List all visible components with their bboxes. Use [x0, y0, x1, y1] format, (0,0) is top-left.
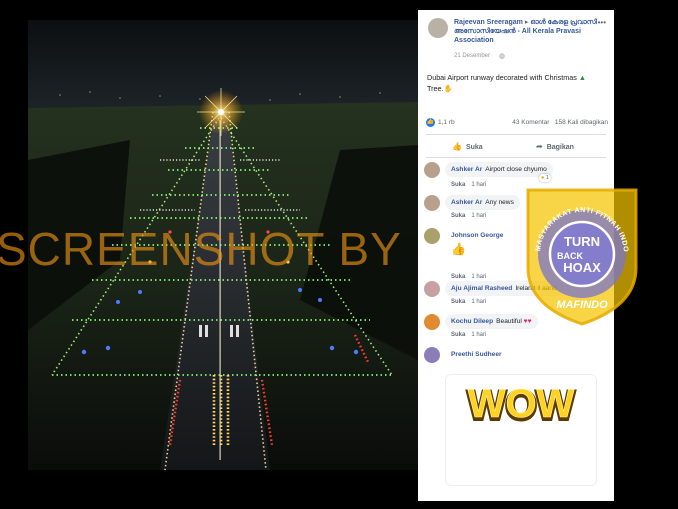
runway-illustration — [0, 0, 418, 509]
share-arrow-icon: ➦ — [536, 142, 543, 151]
comment-meta: Suka 1 hari — [451, 332, 486, 338]
post-text-line1: Dubai Airport runway decorated with Chri… — [427, 73, 577, 82]
comment-meta: Suka 1 hari — [451, 213, 486, 219]
comment-bubble: Aju Ajimal Rasheed Ireland il aano — [445, 281, 563, 296]
stats-right: 43 Komentar 158 Kali dibagikan — [512, 119, 608, 126]
like-button[interactable]: 👍 Suka — [452, 142, 483, 151]
commenter-avatar[interactable] — [424, 162, 440, 178]
like-button-label: Suka — [465, 144, 483, 151]
comment-meta: Suka 1 hari — [451, 274, 486, 280]
comment-meta: Suka 1 hari — [451, 299, 486, 305]
comment-time[interactable]: 1 hari — [471, 332, 486, 338]
like-reaction-icon: 👍 — [426, 118, 435, 127]
commenter-name[interactable]: Johnson George — [451, 232, 503, 239]
commenter-name[interactable]: Ashker Ar — [451, 166, 482, 173]
runway-photo — [0, 0, 418, 509]
commenter-name[interactable]: Ashker Ar — [451, 199, 482, 206]
share-button[interactable]: ➦ Bagikan — [536, 142, 574, 151]
author-avatar[interactable] — [428, 18, 448, 38]
commenter-name[interactable]: Preethi Sudheer — [451, 351, 502, 358]
commenter-avatar[interactable] — [424, 195, 440, 211]
post-text: Dubai Airport runway decorated with Chri… — [427, 72, 607, 94]
wow-sticker[interactable]: WOW WOW — [445, 374, 597, 486]
comment-like-link[interactable]: Suka — [451, 213, 465, 219]
comment-bubble: Ashker Ar Any news — [445, 195, 520, 210]
comment-like-link[interactable]: Suka — [451, 182, 465, 188]
comment-time[interactable]: 1 hari — [471, 299, 486, 305]
comment-text: Beautiful — [496, 318, 522, 325]
globe-icon: ◍ — [499, 53, 506, 60]
thumbs-up-icon: 👍 — [452, 142, 462, 151]
shares-count[interactable]: 158 Kali dibagikan — [555, 119, 608, 126]
comment-bubble: Ashker Ar Airport close chyumo — [445, 162, 553, 177]
comment-time[interactable]: 1 hari — [471, 182, 486, 188]
comments-count[interactable]: 43 Komentar — [512, 119, 549, 126]
comment-like-link[interactable]: Suka — [451, 299, 465, 305]
comment-like-link[interactable]: Suka — [451, 332, 465, 338]
wow-sticker-art: WOW WOW — [466, 382, 577, 430]
post-author-line: Rajeevan Sreeragam ▸ ഓൾ കേരള പ്രവാസി അസോ… — [454, 18, 606, 45]
comment-time[interactable]: 1 hari — [471, 213, 486, 219]
post-header: Rajeevan Sreeragam ▸ ഓൾ കേരള പ്രവാസി അസോ… — [418, 10, 614, 70]
thumbs-up-emoji-icon: 👍 — [451, 242, 466, 256]
post-text-line2: Tree. — [427, 84, 444, 93]
reaction-count: 1 — [545, 175, 549, 181]
comment-text: Any news — [485, 199, 514, 206]
commenter-avatar[interactable] — [424, 314, 440, 330]
commenter-avatar[interactable] — [424, 347, 440, 363]
comment-bubble: Preethi Sudheer — [445, 347, 511, 362]
divider-bottom — [426, 157, 606, 158]
post-stats: 👍 1,1 rb 43 Komentar 158 Kali dibagikan — [426, 118, 608, 130]
triangle-right-icon: ▸ — [524, 19, 529, 26]
comment-bubble: Kochu Dileep Beautiful ♥♥ — [445, 314, 538, 329]
hearts-icon: ♥♥ — [523, 318, 532, 325]
reaction-count[interactable]: 1,1 rb — [438, 119, 455, 126]
christmas-tree-icon: ▲ — [578, 73, 586, 82]
wow-sticker-text: WOW — [468, 382, 575, 426]
post-date[interactable]: 21 Desember — [454, 53, 490, 59]
comment-text: Ireland il aano — [515, 285, 557, 292]
comment-time[interactable]: 1 hari — [471, 274, 486, 280]
commenter-avatar[interactable] — [424, 281, 440, 297]
facebook-post-panel: Rajeevan Sreeragam ▸ ഓൾ കേരള പ്രവാസി അസോ… — [418, 10, 614, 501]
commenter-name[interactable]: Aju Ajimal Rasheed — [451, 285, 512, 292]
commenter-avatar[interactable] — [424, 228, 440, 244]
comment-like-link[interactable]: Suka — [451, 274, 465, 280]
comment-meta: Suka 1 hari — [451, 182, 486, 188]
divider-top — [426, 134, 606, 135]
author-name[interactable]: Rajeevan Sreeragam — [454, 19, 523, 26]
post-actions: 👍 Suka ➦ Bagikan — [426, 138, 606, 158]
haha-reaction-icon: ● — [541, 175, 545, 181]
comment-text: Airport close chyumo — [485, 166, 547, 173]
clapping-hands-icon: ✋ — [443, 84, 453, 93]
commenter-name[interactable]: Kochu Dileep — [451, 318, 493, 325]
reaction-badge[interactable]: ● 1 — [539, 174, 551, 182]
more-options-icon[interactable]: ••• — [598, 18, 606, 27]
comment-bubble: Johnson George — [445, 228, 512, 243]
share-button-label: Bagikan — [546, 144, 574, 151]
